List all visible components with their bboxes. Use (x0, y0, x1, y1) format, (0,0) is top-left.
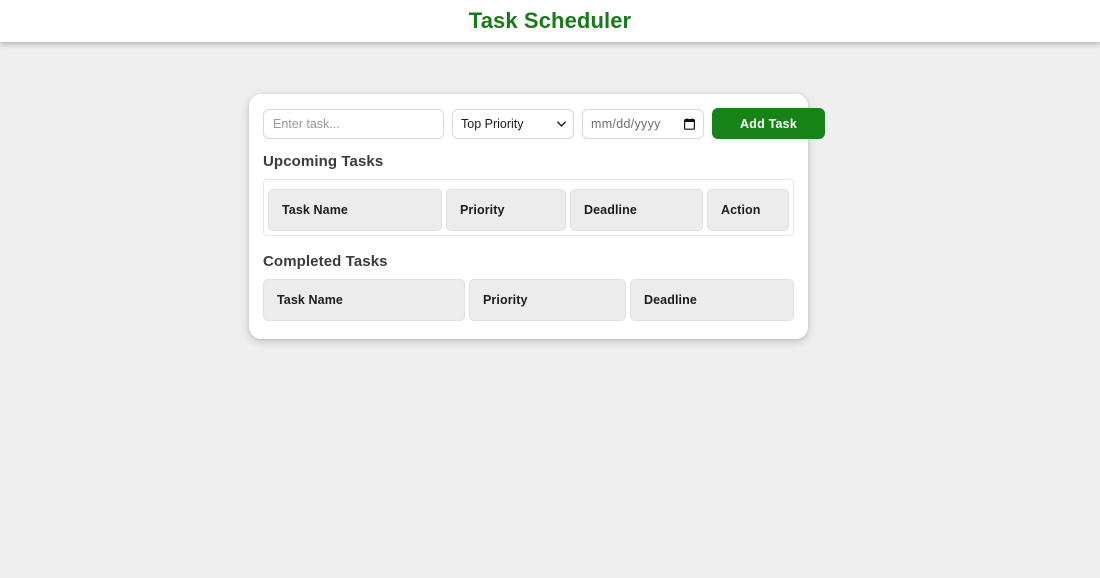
task-name-input[interactable] (263, 108, 444, 139)
upcoming-header-row: Task Name Priority Deadline Action (268, 189, 789, 231)
column-header-priority: Priority (446, 189, 566, 231)
page-title: Task Scheduler (468, 8, 632, 33)
column-header-action: Action (707, 189, 789, 231)
add-task-form: Top Priority mm/dd/yyyy Add Task (263, 108, 825, 139)
scheduler-card: Top Priority mm/dd/yyyy Add Task Upcomin… (249, 94, 825, 339)
add-task-button[interactable]: Add Task (712, 108, 825, 139)
calendar-icon[interactable] (684, 117, 695, 130)
deadline-date-input[interactable]: mm/dd/yyyy (582, 108, 704, 139)
completed-header-row: Task Name Priority Deadline (263, 279, 794, 321)
app-header: Task Scheduler (0, 0, 1100, 42)
column-header-deadline-completed: Deadline (630, 279, 794, 321)
column-header-task-name: Task Name (268, 189, 442, 231)
column-header-priority-completed: Priority (469, 279, 626, 321)
completed-tasks-heading: Completed Tasks (263, 253, 388, 270)
column-header-deadline: Deadline (570, 189, 703, 231)
upcoming-tasks-table: Task Name Priority Deadline Action (263, 179, 794, 236)
completed-tasks-table: Task Name Priority Deadline (263, 279, 794, 321)
priority-select[interactable]: Top Priority (452, 108, 574, 139)
priority-select-wrapper[interactable]: Top Priority (452, 108, 574, 139)
upcoming-tasks-heading: Upcoming Tasks (263, 153, 384, 170)
date-placeholder-text: mm/dd/yyyy (591, 116, 661, 131)
column-header-task-name-completed: Task Name (263, 279, 465, 321)
page-stage: Top Priority mm/dd/yyyy Add Task Upcomin… (0, 42, 1100, 578)
